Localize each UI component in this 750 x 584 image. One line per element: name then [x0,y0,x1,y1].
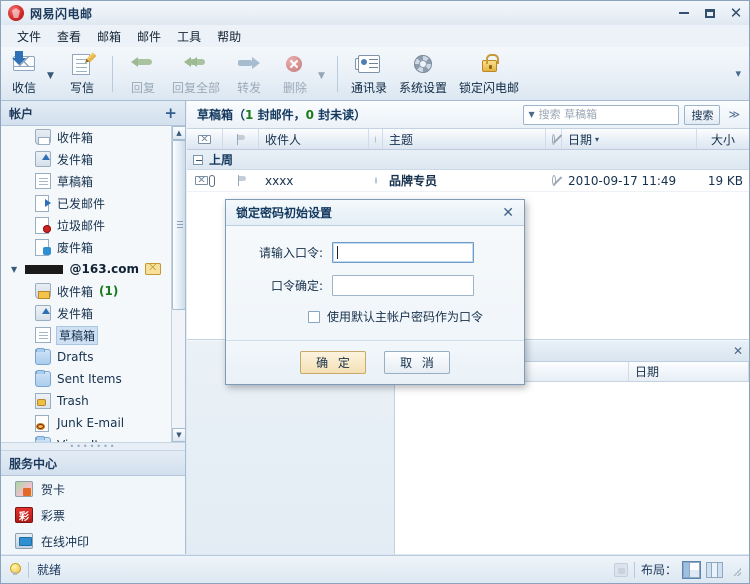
confirm-field[interactable] [332,275,474,296]
password-field[interactable] [332,242,474,263]
dialog-title-bar: 锁定密码初始设置 ✕ [226,200,524,226]
lock-password-setup-dialog: 锁定密码初始设置 ✕ 请输入口令: 口令确定: 使用默认主帐户密码作为口令 确 … [225,199,525,385]
confirm-label: 口令确定: [270,279,323,293]
modal-overlay: 锁定密码初始设置 ✕ 请输入口令: 口令确定: 使用默认主帐户密码作为口令 确 … [1,1,749,583]
use-default-password-row[interactable]: 使用默认主帐户密码作为口令 [240,308,510,325]
dialog-footer: 确 定 取 消 [226,340,524,384]
ok-button[interactable]: 确 定 [300,351,366,374]
use-default-password-checkbox[interactable] [308,310,320,323]
cancel-button[interactable]: 取 消 [384,351,450,374]
dialog-title: 锁定密码初始设置 [236,206,333,220]
text-cursor [337,246,338,259]
use-default-password-label: 使用默认主帐户密码作为口令 [327,310,484,324]
password-label: 请输入口令: [258,246,323,260]
dialog-close-button[interactable]: ✕ [498,206,518,220]
application-window: 网易闪电邮 ✕ 文件 查看 邮箱 邮件 工具 帮助 收信 ▼ 写信 回复 回复全… [0,0,750,584]
dialog-body: 请输入口令: 口令确定: 使用默认主帐户密码作为口令 [226,226,524,340]
password-row: 请输入口令: [240,242,510,263]
confirm-row: 口令确定: [240,275,510,296]
